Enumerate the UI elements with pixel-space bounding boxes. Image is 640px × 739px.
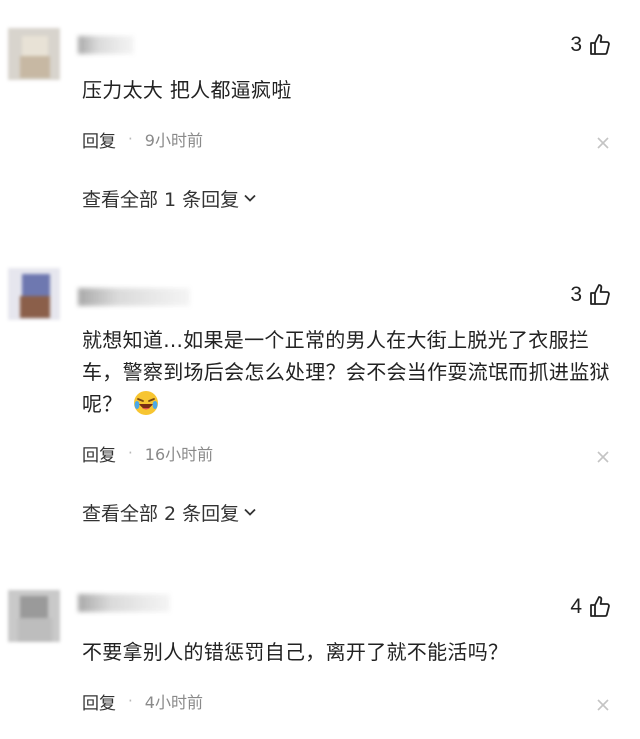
comment-meta: 回复 · 4小时前: [82, 689, 203, 714]
separator-dot: ·: [128, 692, 133, 710]
close-icon[interactable]: [596, 136, 610, 150]
username-redacted[interactable]: [78, 36, 134, 54]
avatar[interactable]: [8, 28, 60, 80]
thumbs-up-icon[interactable]: [588, 33, 612, 57]
chevron-down-icon: [244, 508, 256, 516]
reply-button[interactable]: 回复: [82, 689, 116, 714]
timestamp: 16小时前: [144, 445, 214, 464]
view-all-replies-label: 查看全部 2 条回复: [82, 502, 240, 525]
like-button[interactable]: 3: [570, 280, 612, 310]
like-button[interactable]: 4: [570, 592, 612, 622]
avatar[interactable]: [8, 590, 60, 642]
avatar[interactable]: [8, 268, 60, 320]
username-redacted[interactable]: [78, 288, 190, 306]
comment-item: 3 压力太大 把人都逼疯啦 回复 · 9小时前 查看全部 1 条回复: [0, 0, 640, 240]
comment-meta: 回复 · 9小时前: [82, 127, 203, 152]
comment-text: 就想知道...如果是一个正常的男人在大街上脱光了衣服拦车，警察到场后会怎么处理？…: [82, 324, 622, 420]
comment-text: 压力太大 把人都逼疯啦: [82, 78, 292, 102]
view-all-replies-button[interactable]: 查看全部 1 条回复: [82, 185, 257, 211]
separator-dot: ·: [128, 444, 133, 462]
comment-meta: 回复 · 16小时前: [82, 441, 214, 466]
timestamp: 9小时前: [144, 131, 203, 150]
comment-text-body: 就想知道...如果是一个正常的男人在大街上脱光了衣服拦车，警察到场后会怎么处理？…: [82, 328, 610, 416]
thumbs-up-icon[interactable]: [588, 595, 612, 619]
close-icon[interactable]: [596, 698, 610, 712]
like-count: 3: [570, 33, 582, 56]
username-redacted[interactable]: [78, 594, 170, 612]
like-count: 3: [570, 283, 582, 306]
reply-button[interactable]: 回复: [82, 441, 116, 466]
comment-item: 4 不要拿别人的错惩罚自己，离开了就不能活吗？ 回复 · 4小时前: [0, 570, 640, 739]
view-all-replies-button[interactable]: 查看全部 2 条回复: [82, 499, 257, 525]
separator-dot: ·: [128, 130, 133, 148]
comment-text: 不要拿别人的错惩罚自己，离开了就不能活吗？: [82, 640, 509, 664]
laughing-crying-emoji: [134, 391, 159, 415]
thumbs-up-icon[interactable]: [588, 283, 612, 307]
reply-button[interactable]: 回复: [82, 127, 116, 152]
close-icon[interactable]: [596, 450, 610, 464]
timestamp: 4小时前: [144, 693, 203, 712]
chevron-down-icon: [244, 194, 256, 202]
comment-item: 3 就想知道...如果是一个正常的男人在大街上脱光了衣服拦车，警察到场后会怎么处…: [0, 240, 640, 570]
view-all-replies-label: 查看全部 1 条回复: [82, 188, 240, 211]
like-button[interactable]: 3: [570, 30, 612, 60]
like-count: 4: [570, 595, 582, 618]
